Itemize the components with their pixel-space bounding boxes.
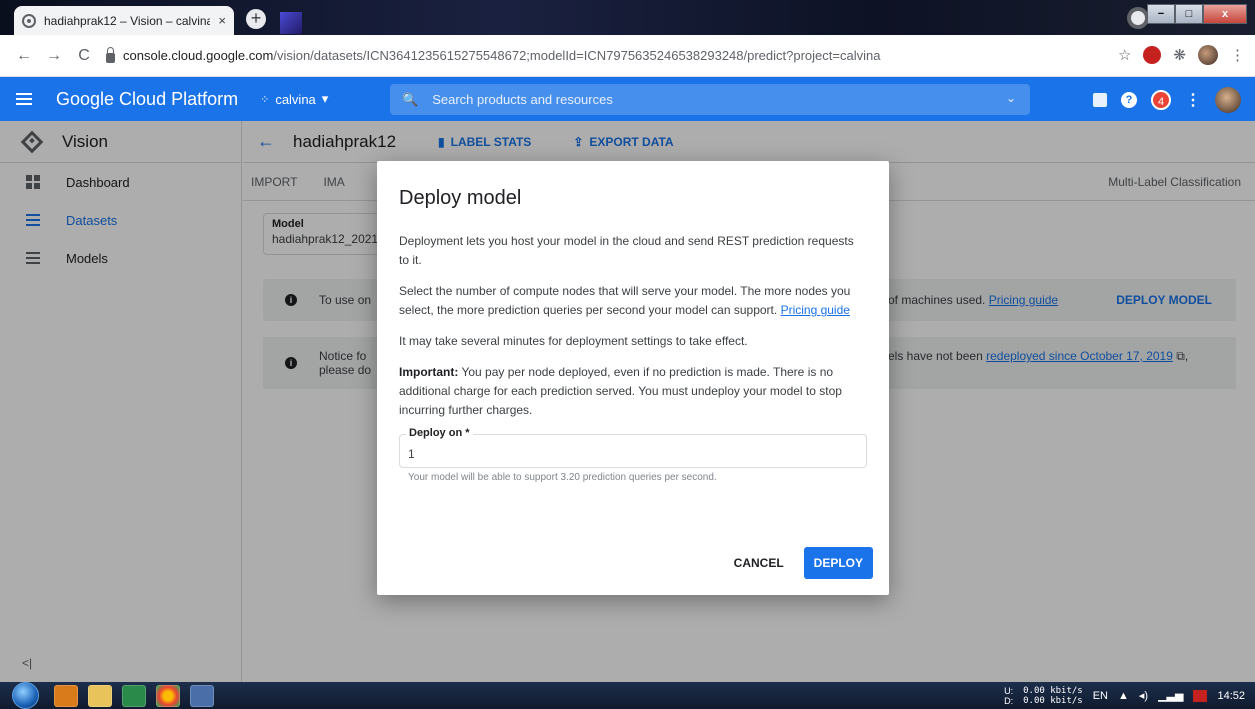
notifications-badge[interactable]: 4 — [1151, 90, 1171, 110]
language-indicator[interactable]: EN — [1093, 690, 1108, 702]
clock[interactable]: 14:52 — [1217, 690, 1245, 702]
help-icon[interactable]: ? — [1121, 92, 1137, 108]
net-labels: U: D: — [1004, 685, 1014, 706]
browser-tabbar: hadiahprak12 – Vision – calvina - × + − … — [0, 0, 1255, 35]
favicon-icon — [22, 13, 36, 28]
extensions-puzzle-icon[interactable]: ❋ — [1173, 46, 1186, 64]
action-center-flag-icon[interactable] — [1193, 689, 1208, 702]
forward-arrow-icon[interactable]: → — [42, 47, 66, 65]
tab-title: hadiahprak12 – Vision – calvina - — [44, 13, 211, 28]
network-speed: 0.00 kbit/s 0.00 kbit/s — [1023, 685, 1083, 706]
lock-icon — [106, 46, 115, 63]
gcp-title[interactable]: Google Cloud Platform — [56, 89, 238, 110]
pricing-guide-link[interactable]: Pricing guide — [781, 303, 850, 317]
search-icon: 🔍 — [402, 91, 419, 107]
gcp-header: Google Cloud Platform ⁘ calvina ▾ 🔍 Sear… — [0, 77, 1255, 121]
media-player-icon[interactable] — [54, 684, 78, 707]
reload-icon[interactable]: C — [72, 47, 96, 65]
deploy-on-value: 1 — [408, 447, 415, 461]
project-selector[interactable]: ⁘ calvina ▾ — [260, 91, 328, 107]
extension-abp-icon[interactable] — [1143, 46, 1162, 64]
new-tab-button[interactable]: + — [246, 9, 266, 29]
dialog-important-text: Important: You pay per node deployed, ev… — [399, 365, 842, 417]
more-options-icon[interactable]: ⋮ — [1185, 90, 1201, 110]
search-placeholder: Search products and resources — [432, 92, 613, 107]
tab-close-icon[interactable]: × — [218, 13, 226, 28]
close-window-button[interactable]: x — [1203, 4, 1247, 24]
windows-orb-icon — [12, 682, 39, 709]
hamburger-menu-icon[interactable] — [16, 90, 32, 108]
tray-up-icon[interactable]: ▲ — [1118, 690, 1129, 702]
chrome-icon[interactable] — [156, 684, 180, 707]
account-avatar[interactable] — [1215, 87, 1241, 113]
project-dots-icon: ⁘ — [260, 93, 270, 106]
header-actions: ? 4 ⋮ — [1093, 87, 1241, 113]
minimize-button[interactable]: − — [1147, 4, 1175, 24]
taskbar-apps — [54, 684, 214, 707]
deploy-model-dialog: Deploy model Deployment lets you host yo… — [377, 161, 889, 595]
address-bar: ← → C console.cloud.google.com/vision/da… — [0, 35, 1255, 77]
qps-hint: Your model will be able to support 3.20 … — [408, 472, 717, 483]
deploy-on-input[interactable]: Deploy on * 1 — [399, 427, 867, 468]
browser-tab[interactable]: hadiahprak12 – Vision – calvina - × — [14, 6, 234, 35]
dialog-nodes-text: Select the number of compute nodes that … — [399, 284, 851, 317]
search-chevron-icon[interactable]: ⌄ — [1006, 91, 1016, 105]
taskbar-app-icon[interactable] — [190, 684, 214, 707]
cancel-button[interactable]: CANCEL — [730, 548, 788, 578]
back-arrow-icon[interactable]: ← — [12, 47, 36, 65]
file-explorer-icon[interactable] — [88, 684, 112, 707]
browser-profile-icon[interactable] — [1127, 7, 1149, 29]
bookmark-star-icon[interactable]: ☆ — [1118, 46, 1131, 64]
speaker-icon[interactable]: ◂) — [1139, 689, 1148, 702]
cloud-shell-icon[interactable] — [1093, 93, 1107, 107]
spreadsheet-app-icon[interactable] — [122, 684, 146, 707]
search-input[interactable]: 🔍 Search products and resources ⌄ — [390, 84, 1030, 115]
maximize-button[interactable]: □ — [1175, 4, 1203, 24]
project-name: calvina — [275, 91, 316, 107]
dialog-description: Deployment lets you host your model in t… — [399, 234, 854, 267]
chevron-down-icon: ▾ — [321, 91, 329, 106]
url-host: console.cloud.google.com — [123, 48, 274, 63]
signal-icon[interactable]: ▁▃▅ — [1158, 689, 1183, 702]
deploy-on-label: Deploy on * — [406, 427, 473, 439]
url-path: /vision/datasets/ICN3641235615275548672;… — [273, 48, 881, 63]
browser-menu-icon[interactable]: ⋮ — [1230, 46, 1245, 64]
windows-taskbar: U: D: 0.00 kbit/s 0.00 kbit/s EN ▲ ◂) ▁▃▅ … — [0, 682, 1255, 709]
system-tray: U: D: 0.00 kbit/s 0.00 kbit/s EN ▲ ◂) ▁▃▅ … — [1004, 682, 1245, 709]
dialog-actions: CANCEL DEPLOY — [730, 547, 873, 579]
browser-extensions: ☆ ❋ ⋮ — [1118, 45, 1245, 65]
dialog-deploy-time-text: It may take several minutes for deployme… — [399, 334, 748, 348]
url-field[interactable]: console.cloud.google.com/vision/datasets… — [106, 46, 881, 63]
tab-thumbnail-image — [280, 12, 302, 34]
window-controls: − □ x — [1147, 4, 1247, 24]
dialog-title: Deploy model — [399, 187, 522, 209]
deploy-button[interactable]: DEPLOY — [803, 547, 873, 579]
browser-avatar[interactable] — [1198, 45, 1218, 65]
start-button[interactable] — [6, 682, 44, 709]
